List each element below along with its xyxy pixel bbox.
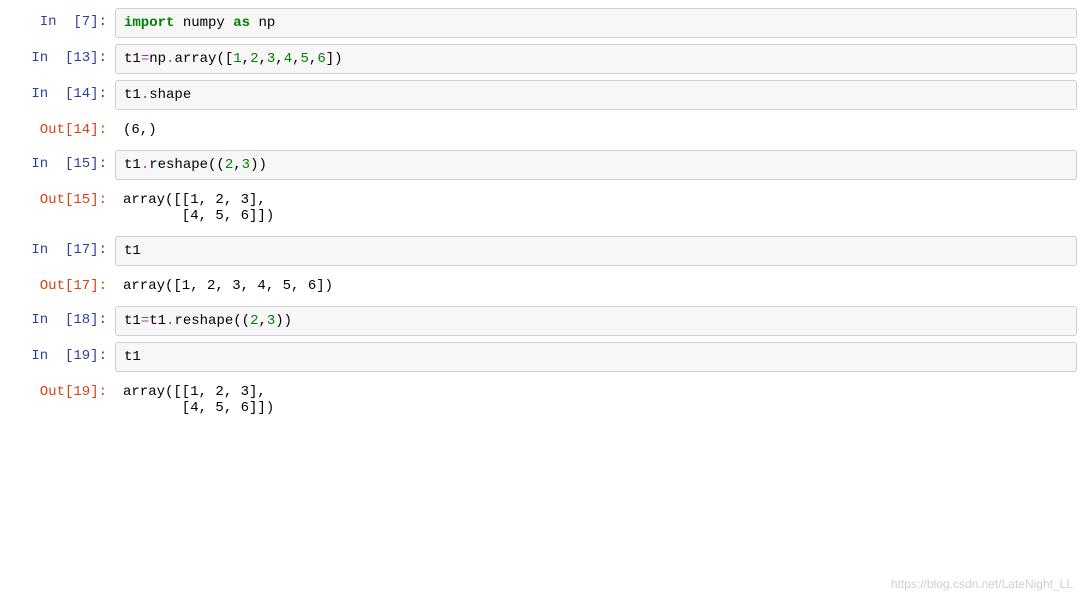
code-input[interactable]: import numpy as np [115, 8, 1077, 38]
code-token: t1 [124, 51, 141, 67]
code-output: array([[1, 2, 3], [4, 5, 6]]) [115, 186, 1077, 230]
code-token: np [250, 15, 275, 31]
code-input[interactable]: t1=t1.reshape((2,3)) [115, 306, 1077, 336]
code-token: )) [250, 157, 267, 173]
cell-input-row: In [17]: t1 [0, 236, 1087, 266]
code-input[interactable]: t1=np.array([1,2,3,4,5,6]) [115, 44, 1077, 74]
out-prompt: Out[19]: [0, 378, 115, 400]
code-token: as [233, 15, 250, 31]
in-prompt: In [18]: [0, 306, 115, 328]
cell-input-row: In [14]:t1.shape [0, 80, 1087, 110]
code-token: shape [149, 87, 191, 103]
in-prompt: In [19]: [0, 342, 115, 364]
code-token: reshape(( [149, 157, 225, 173]
notebook-container: In [7]:import numpy as npIn [13]:t1=np.a… [0, 8, 1087, 422]
code-token: , [258, 51, 266, 67]
code-output: (6,) [115, 116, 1077, 144]
code-input[interactable]: t1.reshape((2,3)) [115, 150, 1077, 180]
code-token: np [149, 51, 166, 67]
cell-input-row: In [18]:t1=t1.reshape((2,3)) [0, 306, 1087, 336]
code-token: , [233, 157, 241, 173]
code-output: array([1, 2, 3, 4, 5, 6]) [115, 272, 1077, 300]
in-prompt: In [17]: [0, 236, 115, 258]
code-token: 1 [233, 51, 241, 67]
code-token: t1 [124, 157, 141, 173]
code-token: ]) [326, 51, 343, 67]
code-token: t1 [124, 87, 141, 103]
code-token: reshape(( [174, 313, 250, 329]
in-prompt: In [14]: [0, 80, 115, 102]
cell-output-row: Out[19]:array([[1, 2, 3], [4, 5, 6]]) [0, 378, 1087, 422]
out-prompt: Out[17]: [0, 272, 115, 294]
cell-output-row: Out[15]:array([[1, 2, 3], [4, 5, 6]]) [0, 186, 1087, 230]
in-prompt: In [7]: [0, 8, 115, 30]
cell-input-row: In [15]:t1.reshape((2,3)) [0, 150, 1087, 180]
out-prompt: Out[14]: [0, 116, 115, 138]
code-token: = [141, 313, 149, 329]
cell-input-row: In [19]: t1 [0, 342, 1087, 372]
code-token: numpy [174, 15, 233, 31]
cell-input-row: In [13]:t1=np.array([1,2,3,4,5,6]) [0, 44, 1087, 74]
code-input[interactable]: t1.shape [115, 80, 1077, 110]
code-output: array([[1, 2, 3], [4, 5, 6]]) [115, 378, 1077, 422]
code-token: 4 [284, 51, 292, 67]
code-token: , [258, 313, 266, 329]
code-token: 6 [317, 51, 325, 67]
code-token: import [124, 15, 174, 31]
cell-output-row: Out[14]:(6,) [0, 116, 1087, 144]
code-token: , [242, 51, 250, 67]
code-token: , [275, 51, 283, 67]
code-token: 2 [225, 157, 233, 173]
out-prompt: Out[15]: [0, 186, 115, 208]
code-token: )) [275, 313, 292, 329]
code-token: . [141, 87, 149, 103]
code-token: t1 [124, 313, 141, 329]
code-token: 3 [242, 157, 250, 173]
code-token: array([ [174, 51, 233, 67]
code-token: , [292, 51, 300, 67]
watermark-text: https://blog.csdn.net/LateNight_LL [891, 577, 1073, 591]
code-input[interactable]: t1 [115, 236, 1077, 266]
code-token: 5 [301, 51, 309, 67]
cell-output-row: Out[17]:array([1, 2, 3, 4, 5, 6]) [0, 272, 1087, 300]
code-token: t1 [124, 243, 141, 259]
cell-input-row: In [7]:import numpy as np [0, 8, 1087, 38]
code-token: t1 [149, 313, 166, 329]
code-token: . [141, 157, 149, 173]
code-token: t1 [124, 349, 141, 365]
in-prompt: In [15]: [0, 150, 115, 172]
code-token: = [141, 51, 149, 67]
in-prompt: In [13]: [0, 44, 115, 66]
code-input[interactable]: t1 [115, 342, 1077, 372]
